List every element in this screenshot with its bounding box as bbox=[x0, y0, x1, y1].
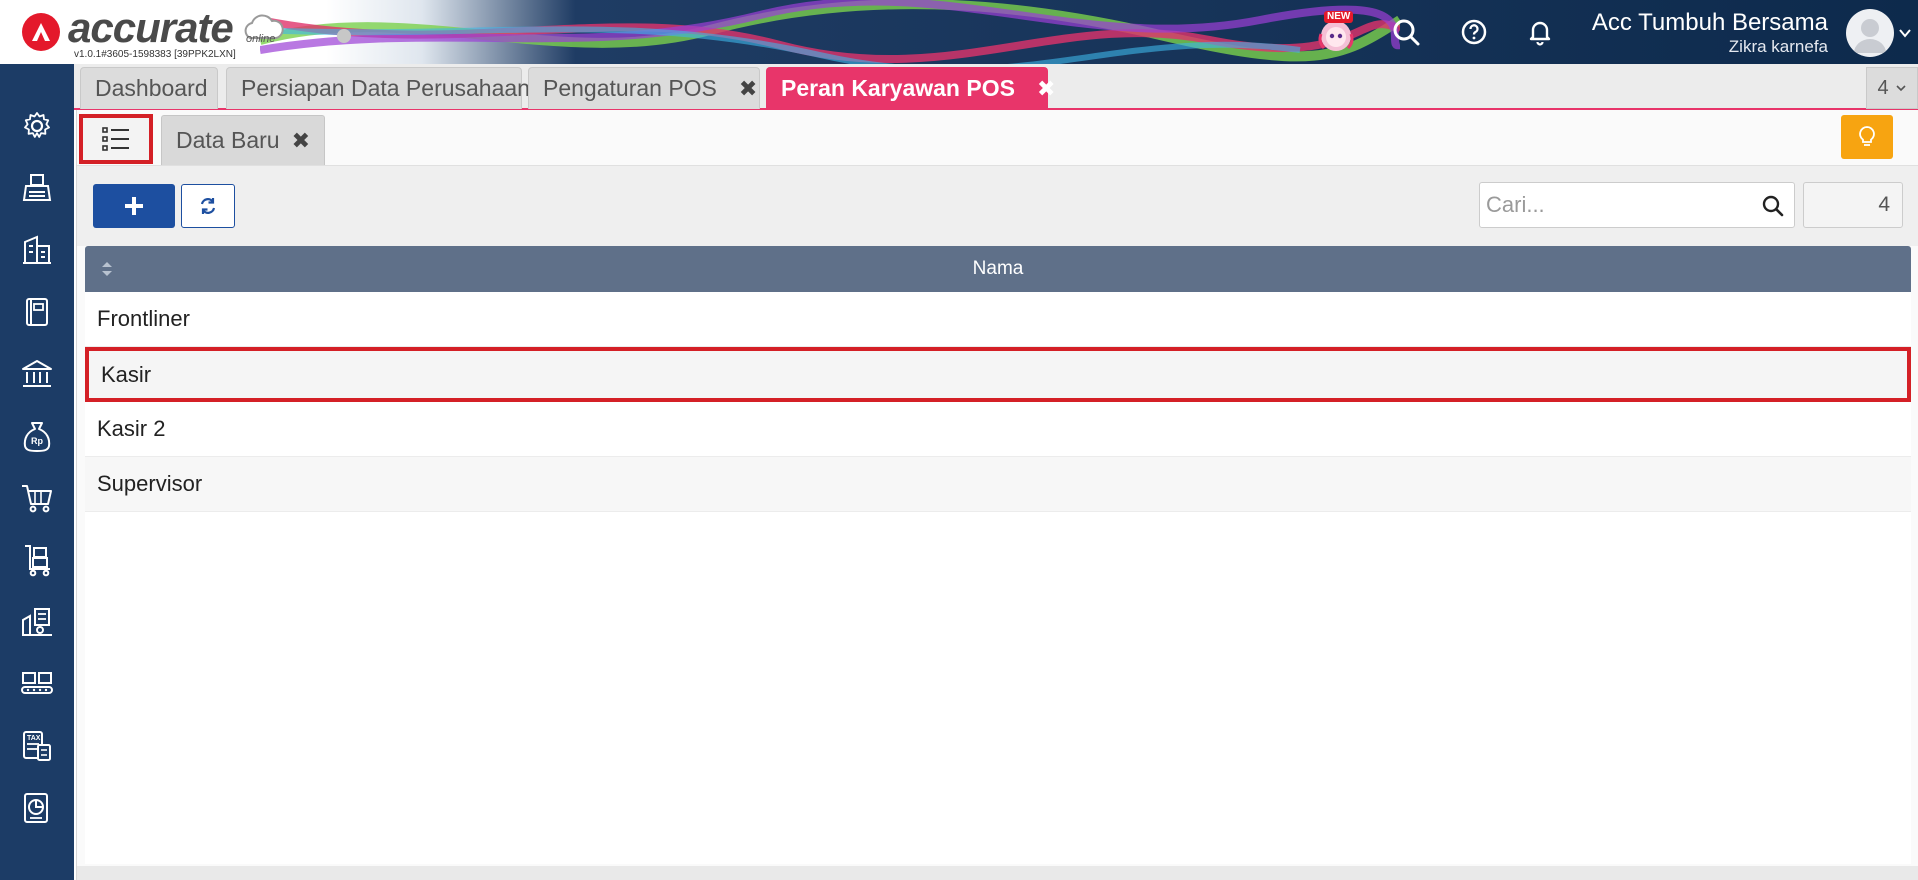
lightbulb-icon bbox=[1859, 126, 1875, 146]
tab-label: Data Baru bbox=[176, 127, 280, 153]
help-button[interactable] bbox=[1456, 14, 1492, 50]
module-tab-bar: Dashboard Persiapan Data Perusahaan Peng… bbox=[74, 64, 1918, 110]
tab-peran-karyawan-pos[interactable]: Peran Karyawan POS ✖ bbox=[766, 67, 1055, 109]
table-row-selected[interactable]: Kasir bbox=[85, 347, 1911, 402]
company-name: Acc Tumbuh Bersama bbox=[1591, 9, 1828, 36]
search-box bbox=[1479, 182, 1795, 228]
user-name: Zikra karnefa bbox=[1728, 37, 1828, 56]
close-icon[interactable]: ✖ bbox=[1037, 76, 1055, 102]
search-icon bbox=[1393, 19, 1420, 46]
sidebar-item-settings[interactable] bbox=[17, 106, 57, 146]
tab-label: Pengaturan POS bbox=[543, 75, 717, 101]
row-cell-nama: Kasir 2 bbox=[97, 416, 166, 441]
column-header-nama[interactable]: Nama bbox=[85, 258, 1911, 280]
sidebar-item-company[interactable] bbox=[17, 230, 57, 270]
table-row[interactable]: Kasir 2 bbox=[85, 402, 1911, 457]
search-icon[interactable] bbox=[1762, 195, 1784, 217]
bank-icon bbox=[22, 360, 52, 387]
version-label: v1.0.1#3605-1598383 [39PPK2LXN] bbox=[74, 49, 236, 60]
sidebar-item-sales[interactable] bbox=[17, 478, 57, 518]
sidebar-item-inventory[interactable] bbox=[17, 602, 57, 642]
user-avatar[interactable] bbox=[1846, 9, 1894, 57]
new-badge: NEW bbox=[1324, 11, 1354, 23]
record-count: 4 bbox=[1803, 182, 1903, 228]
svg-text:TAX: TAX bbox=[27, 735, 41, 742]
table-empty-area bbox=[85, 512, 1911, 864]
sidebar-item-reports[interactable] bbox=[17, 788, 57, 828]
search-input[interactable] bbox=[1486, 183, 1756, 227]
table-header: Nama bbox=[85, 246, 1911, 292]
money-bag-rp-icon: Rp bbox=[23, 422, 51, 452]
tab-label: Dashboard bbox=[95, 75, 208, 101]
row-cell-nama: Kasir bbox=[101, 361, 152, 387]
toolbar: 4 bbox=[77, 166, 1918, 246]
shopping-cart-icon bbox=[22, 485, 52, 513]
search-button[interactable] bbox=[1388, 14, 1424, 50]
chevron-down-icon[interactable] bbox=[1898, 26, 1912, 40]
tab-dashboard[interactable]: Dashboard bbox=[80, 67, 218, 109]
avatar-icon bbox=[1854, 19, 1886, 53]
hand-truck-icon bbox=[25, 545, 50, 577]
refresh-icon bbox=[200, 198, 216, 214]
tab-data-baru[interactable]: Data Baru ✖ bbox=[161, 115, 325, 165]
status-dot bbox=[337, 29, 351, 43]
table-row[interactable]: Supervisor bbox=[85, 457, 1911, 512]
list-icon bbox=[102, 127, 129, 151]
logo-text: accurate bbox=[68, 4, 234, 51]
open-tabs-dropdown[interactable]: 4 bbox=[1866, 67, 1918, 109]
sidebar-item-warehouse[interactable] bbox=[17, 664, 57, 704]
close-icon[interactable]: ✖ bbox=[739, 76, 757, 102]
company-buildings-icon bbox=[23, 235, 51, 264]
row-cell-nama: Frontliner bbox=[97, 306, 190, 331]
pie-report-icon bbox=[24, 793, 48, 823]
refresh-button[interactable] bbox=[181, 184, 235, 228]
add-button[interactable] bbox=[93, 184, 175, 228]
sub-tab-bar: Data Baru ✖ bbox=[77, 110, 1918, 166]
panel-footer bbox=[77, 866, 1918, 880]
tax-calculator-icon: TAX bbox=[23, 731, 51, 761]
tab-persiapan-data-perusahaan[interactable]: Persiapan Data Perusahaan bbox=[226, 67, 530, 109]
open-tabs-count: 4 bbox=[1877, 76, 1889, 99]
tips-button[interactable] bbox=[1841, 115, 1893, 159]
app-header: accurate online v1.0.1#3605-1598383 [39P… bbox=[0, 0, 1918, 64]
chevron-down-icon bbox=[1895, 85, 1906, 92]
fax-machine-icon bbox=[22, 174, 52, 201]
gear-icon bbox=[24, 112, 50, 138]
list-view-button[interactable] bbox=[79, 114, 153, 164]
accurate-logo-icon[interactable] bbox=[22, 13, 60, 51]
tab-label: Persiapan Data Perusahaan bbox=[241, 75, 530, 101]
sidebar-item-purchase[interactable] bbox=[17, 540, 57, 580]
logo-subtitle: online bbox=[246, 33, 276, 45]
tab-pengaturan-pos[interactable]: Pengaturan POS ✖ bbox=[528, 67, 760, 109]
sidebar-item-ledger[interactable] bbox=[17, 292, 57, 332]
sidebar: Rp TAX bbox=[0, 64, 74, 880]
warehouse-icon bbox=[21, 672, 53, 694]
bell-icon bbox=[1529, 21, 1551, 46]
notification-button[interactable] bbox=[1522, 14, 1558, 50]
sort-icon[interactable] bbox=[101, 261, 113, 277]
row-cell-nama: Supervisor bbox=[97, 471, 203, 496]
company-info[interactable]: Acc Tumbuh Bersama Zikra karnefa bbox=[1592, 9, 1828, 57]
close-icon[interactable]: ✖ bbox=[292, 128, 310, 154]
decorative-waves bbox=[260, 0, 1400, 64]
sidebar-item-cash[interactable]: Rp bbox=[17, 416, 57, 456]
roles-table: Nama Frontliner Kasir Kasir 2 Supervisor bbox=[85, 246, 1911, 864]
sidebar-item-fax[interactable] bbox=[17, 168, 57, 208]
content-panel: Data Baru ✖ Cari... 4 Nama Frontliner Ka… bbox=[76, 110, 1918, 880]
tab-label: Peran Karyawan POS bbox=[781, 75, 1015, 101]
sidebar-item-tax[interactable]: TAX bbox=[17, 726, 57, 766]
table-row[interactable]: Frontliner bbox=[85, 292, 1911, 347]
factory-icon bbox=[22, 608, 52, 636]
help-icon bbox=[1461, 19, 1487, 45]
ledger-book-icon bbox=[26, 298, 48, 326]
sidebar-item-bank[interactable] bbox=[17, 354, 57, 394]
svg-text:Rp: Rp bbox=[31, 436, 43, 446]
plus-icon bbox=[125, 197, 143, 215]
whats-new-button[interactable]: NEW bbox=[1314, 10, 1358, 54]
